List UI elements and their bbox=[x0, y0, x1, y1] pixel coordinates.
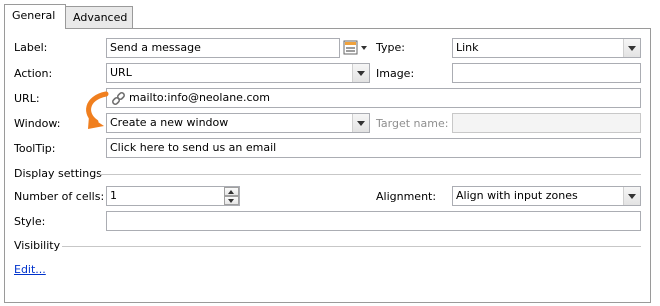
type-select-value: Link bbox=[456, 41, 479, 54]
tooltip-input-value: Click here to send us an email bbox=[110, 141, 277, 154]
url-input-value: mailto:info@neolane.com bbox=[129, 91, 270, 104]
cells-stepper[interactable]: 1 bbox=[106, 186, 240, 206]
edit-visibility-link[interactable]: Edit... bbox=[14, 263, 46, 276]
tab-general-label: General bbox=[12, 9, 56, 22]
text-format-icon bbox=[343, 40, 367, 55]
style-label: Style: bbox=[14, 215, 46, 228]
tab-bar: General Advanced bbox=[0, 0, 660, 30]
action-select-value: URL bbox=[110, 66, 132, 79]
stepper-up-icon[interactable] bbox=[224, 187, 239, 196]
type-label: Type: bbox=[376, 41, 405, 54]
text-format-button[interactable] bbox=[343, 40, 369, 56]
target-name-label: Target name: bbox=[376, 117, 449, 130]
chevron-down-icon bbox=[623, 187, 640, 205]
link-icon bbox=[112, 92, 125, 105]
chevron-down-icon bbox=[352, 64, 369, 82]
display-settings-divider bbox=[100, 174, 641, 175]
action-label: Action: bbox=[14, 67, 53, 80]
style-input[interactable] bbox=[106, 211, 641, 231]
tooltip-label: ToolTip: bbox=[14, 142, 56, 155]
alignment-select-value: Align with input zones bbox=[456, 189, 578, 202]
cells-label: Number of cells: bbox=[14, 190, 105, 203]
window-select-value: Create a new window bbox=[110, 116, 229, 129]
cells-stepper-value: 1 bbox=[110, 189, 117, 202]
tooltip-input[interactable]: Click here to send us an email bbox=[106, 138, 641, 158]
label-input-value: Send a message bbox=[110, 41, 201, 54]
image-label: Image: bbox=[376, 67, 415, 80]
tab-general[interactable]: General bbox=[4, 4, 66, 29]
tab-advanced[interactable]: Advanced bbox=[65, 6, 133, 28]
alignment-label: Alignment: bbox=[376, 190, 437, 203]
window-select[interactable]: Create a new window bbox=[106, 113, 370, 133]
visibility-divider bbox=[62, 246, 641, 247]
type-select[interactable]: Link bbox=[452, 38, 641, 58]
window-label: Window: bbox=[14, 117, 61, 130]
chevron-down-icon bbox=[352, 114, 369, 132]
target-name-input[interactable] bbox=[452, 113, 641, 133]
action-select[interactable]: URL bbox=[106, 63, 370, 83]
alignment-select[interactable]: Align with input zones bbox=[452, 186, 641, 206]
label-input[interactable]: Send a message bbox=[106, 38, 340, 58]
stepper-down-icon[interactable] bbox=[224, 196, 239, 205]
tab-advanced-label: Advanced bbox=[73, 11, 128, 24]
display-settings-heading: Display settings bbox=[14, 167, 102, 180]
chevron-down-icon bbox=[623, 39, 640, 57]
image-input[interactable] bbox=[452, 63, 641, 83]
label-label: Label: bbox=[14, 41, 48, 54]
url-input[interactable]: mailto:info@neolane.com bbox=[106, 88, 641, 108]
url-label: URL: bbox=[14, 92, 40, 105]
visibility-heading: Visibility bbox=[14, 239, 61, 252]
